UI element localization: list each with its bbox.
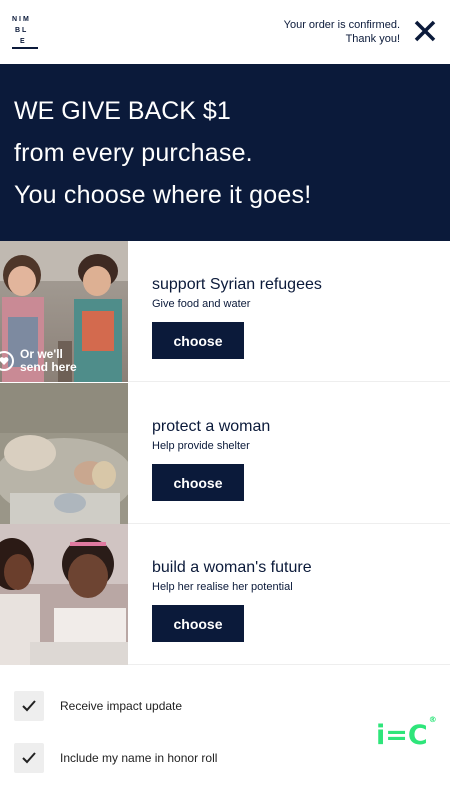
cause-title: support Syrian refugees	[152, 276, 322, 293]
cause-card-refugees: Or we'll send here support Syrian refuge…	[0, 241, 450, 382]
give-back-banner: WE GIVE BACK $1 from every purchase. You…	[0, 64, 450, 241]
choose-refugees-button[interactable]: choose	[152, 322, 244, 359]
checkbox-impact-update[interactable]	[14, 691, 44, 721]
banner-line-2: from every purchase.	[14, 139, 253, 167]
choose-protect-woman-button[interactable]: choose	[152, 464, 244, 501]
nimble-logo: NIM BL E	[12, 14, 38, 49]
cause-title: build a woman's future	[152, 559, 312, 576]
heart-icon	[0, 351, 14, 371]
cause-subtitle: Give food and water	[152, 298, 251, 310]
logo-line-2: BL	[15, 27, 29, 34]
order-confirmation-text: Your order is confirmed. Thank you!	[284, 18, 400, 46]
logo-underline	[12, 47, 38, 49]
close-icon[interactable]	[412, 18, 438, 44]
checkmark-icon	[22, 700, 36, 712]
honor-roll-label: Include my name in honor roll	[60, 751, 218, 765]
default-badge-line-2: send here	[20, 360, 77, 374]
i-equals-c-logo: i=C®	[376, 715, 437, 751]
checkbox-honor-roll[interactable]	[14, 743, 44, 773]
default-cause-badge: Or we'll send here	[0, 348, 77, 374]
refugee-children-photo: Or we'll send here	[0, 241, 128, 382]
impact-update-option[interactable]: Receive impact update	[14, 691, 314, 721]
cause-card-protect-woman: protect a woman Help provide shelter cho…	[0, 383, 450, 524]
cause-title: protect a woman	[152, 418, 271, 435]
banner-line-3: You choose where it goes!	[14, 181, 312, 209]
confirmation-line-2: Thank you!	[345, 33, 400, 45]
cause-subtitle: Help provide shelter	[152, 440, 250, 452]
woman-resting-photo	[0, 383, 128, 524]
header: NIM BL E Your order is confirmed. Thank …	[0, 0, 450, 64]
banner-line-1: WE GIVE BACK $1	[14, 97, 231, 125]
honor-roll-option[interactable]: Include my name in honor roll	[14, 743, 314, 773]
logo-line-1: NIM	[12, 16, 31, 23]
cause-card-womans-future: build a woman's future Help her realise …	[0, 524, 450, 665]
choose-womans-future-button[interactable]: choose	[152, 605, 244, 642]
brand-text: i=C	[376, 720, 428, 751]
smiling-women-photo	[0, 524, 128, 665]
logo-line-3: E	[20, 38, 27, 45]
checkmark-icon	[22, 752, 36, 764]
registered-mark: ®	[428, 715, 437, 724]
confirmation-line-1: Your order is confirmed.	[283, 19, 400, 31]
cause-subtitle: Help her realise her potential	[152, 581, 293, 593]
impact-update-label: Receive impact update	[60, 699, 183, 713]
